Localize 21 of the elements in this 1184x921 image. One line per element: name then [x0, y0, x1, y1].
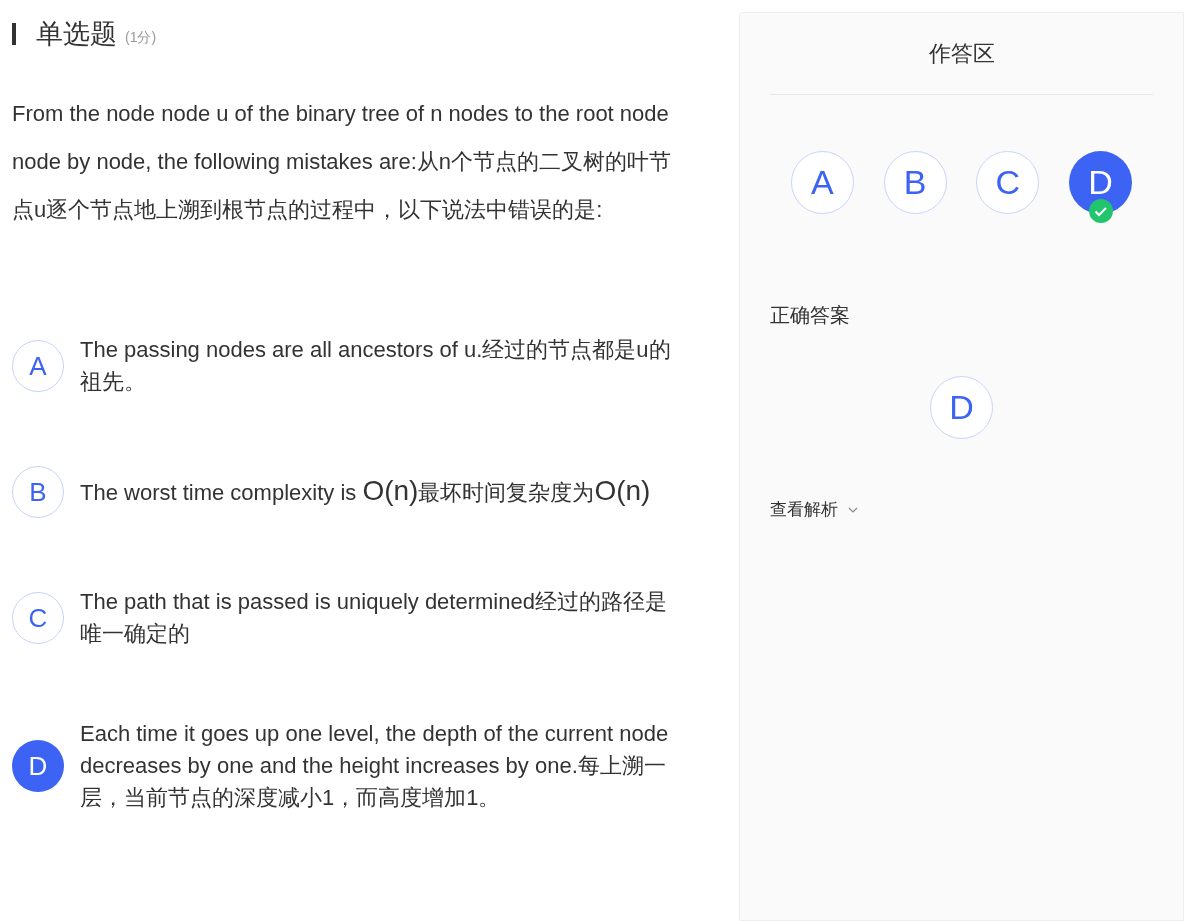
option-letter[interactable]: A: [12, 340, 64, 392]
option-text: The path that is passed is uniquely determined经过的路径是唯一确定的: [80, 588, 668, 648]
option-letter[interactable]: D: [12, 740, 64, 792]
answer-choice[interactable]: B: [883, 151, 947, 214]
view-analysis-link[interactable]: 查看解析: [770, 497, 858, 523]
option-text: The passing nodes are all ancestors of u.经过的节点都是u的祖先。: [80, 336, 672, 396]
option-text: Each time it goes up one level, the depth of the current node decreases by one and the height increases by one.每上溯一层，当前节点的深度减小1，而高度增加1。: [80, 720, 670, 812]
title-marker: [12, 23, 16, 45]
option-text: The worst time complexity is O(n)最坏时间复杂度为O(n): [80, 475, 651, 508]
answer-choice[interactable]: A: [790, 151, 854, 214]
option-letter[interactable]: B: [12, 466, 64, 518]
option-letter[interactable]: C: [12, 592, 64, 644]
correct-answer-label: 正确答案: [770, 303, 851, 328]
chevron-down-icon: [848, 506, 858, 513]
question-type: 单选题: [36, 17, 117, 51]
question-text: From the node node u of the binary tree of n nodes to the root node node by node, the following mistakes are:从n个节点的二叉树的叶节点u逐个节点地上溯到根节点的过程中，以下说法中错误的是:: [12, 100, 673, 224]
question-score: (1分): [125, 27, 157, 47]
answer-choice[interactable]: D: [1069, 151, 1133, 214]
answer-choice[interactable]: C: [976, 151, 1040, 214]
correct-answer: D: [930, 376, 993, 439]
panel-title: 作答区: [770, 13, 1153, 95]
